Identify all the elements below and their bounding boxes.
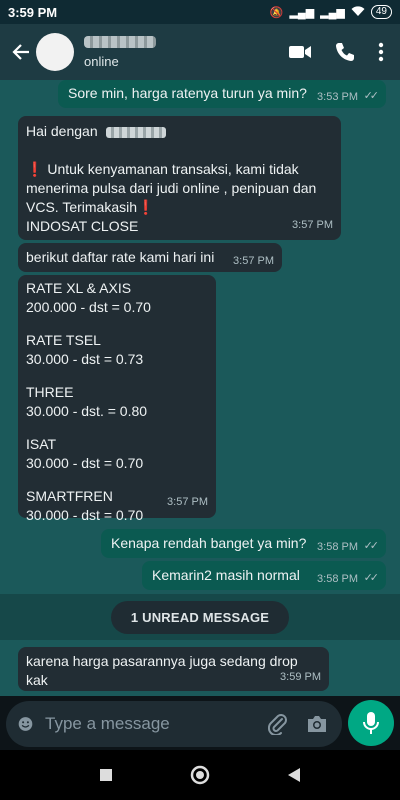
chat-header: online bbox=[0, 24, 400, 80]
notice-line-1: ❗ Untuk kenyamanan transaksi, kami tidak bbox=[26, 161, 299, 177]
message-outgoing[interactable]: Kenapa rendah banget ya min? 3:58 PM ✓✓ bbox=[101, 529, 386, 558]
message-composer bbox=[6, 701, 342, 747]
video-call-icon[interactable] bbox=[288, 43, 312, 61]
avatar[interactable] bbox=[36, 33, 74, 71]
message-time: 3:58 PM bbox=[317, 573, 358, 585]
message-time: 3:58 PM bbox=[317, 541, 358, 553]
unread-divider: 1 UNREAD MESSAGE bbox=[0, 594, 400, 640]
message-text: karena harga pasarannya juga sedang drop… bbox=[26, 653, 298, 688]
rate-line: 30.000 - dst = 0.73 bbox=[26, 351, 144, 367]
greeting-text: Hai dengan bbox=[26, 123, 98, 139]
more-vert-icon[interactable] bbox=[378, 42, 384, 62]
message-outgoing[interactable]: Sore min, harga ratenya turun ya min? 3:… bbox=[58, 80, 386, 108]
unread-badge: 1 UNREAD MESSAGE bbox=[110, 600, 290, 634]
status-bar: 3:59 PM 🔕 ▂▄▆ ▂▄▆ 49 bbox=[0, 0, 400, 24]
recents-icon[interactable] bbox=[99, 768, 113, 782]
rate-line: RATE TSEL bbox=[26, 332, 101, 348]
message-text: Sore min, harga ratenya turun ya min? bbox=[68, 85, 307, 101]
signal-icon: ▂▄▆ bbox=[320, 6, 345, 19]
home-icon[interactable] bbox=[190, 765, 210, 785]
message-input[interactable] bbox=[43, 713, 268, 735]
battery-badge: 49 bbox=[370, 5, 392, 19]
notice-line-2: menerima pulsa dari judi online , penipu… bbox=[26, 180, 317, 196]
exclamation-icon: ❗ bbox=[137, 199, 155, 215]
rate-line: 30.000 - dst = 0.70 bbox=[26, 455, 144, 471]
rate-line: 30.000 - dst. = 0.80 bbox=[26, 403, 148, 419]
message-time: 3:59 PM bbox=[280, 671, 321, 683]
message-incoming[interactable]: berikut daftar rate kami hari ini 3:57 P… bbox=[18, 243, 282, 272]
greeting-line: Hai dengan bbox=[26, 122, 333, 141]
camera-icon[interactable] bbox=[306, 714, 328, 734]
message-time: 3:57 PM bbox=[233, 255, 274, 267]
message-time: 3:57 PM bbox=[167, 496, 208, 508]
contact-name-redacted bbox=[84, 35, 156, 48]
system-nav-bar bbox=[0, 750, 400, 800]
double-check-icon: ✓✓ bbox=[363, 540, 380, 552]
signal-icon: ▂▄▆ bbox=[289, 6, 315, 19]
rate-line: THREE bbox=[26, 384, 74, 400]
notice-line-4: INDOSAT CLOSE bbox=[26, 218, 139, 234]
exclamation-icon: ❗ bbox=[26, 161, 44, 177]
emoji-icon[interactable] bbox=[18, 713, 33, 735]
rate-line: ISAT bbox=[26, 436, 57, 452]
header-actions bbox=[288, 41, 384, 63]
notice-line-3: VCS. Terimakasih❗ bbox=[26, 199, 155, 215]
message-text: Kenapa rendah banget ya min? bbox=[111, 535, 307, 551]
message-incoming[interactable]: Hai dengan ❗ Untuk kenyamanan transaksi,… bbox=[18, 116, 341, 240]
mic-icon bbox=[363, 712, 379, 734]
status-icons: 🔕 ▂▄▆ ▂▄▆ 49 bbox=[270, 5, 392, 20]
message-incoming[interactable]: karena harga pasarannya juga sedang drop… bbox=[18, 647, 329, 691]
contact-info[interactable]: online bbox=[84, 35, 156, 69]
paperclip-icon[interactable] bbox=[268, 713, 288, 735]
mic-button[interactable] bbox=[348, 700, 394, 746]
rate-line: 200.000 - dst = 0.70 bbox=[26, 299, 151, 315]
status-time: 3:59 PM bbox=[8, 4, 58, 20]
message-incoming-rate-list[interactable]: RATE XL & AXIS 200.000 - dst = 0.70 RATE… bbox=[18, 275, 216, 523]
contact-status: online bbox=[84, 53, 119, 69]
double-check-icon: ✓✓ bbox=[363, 90, 380, 102]
message-text: Kemarin2 masih normal bbox=[152, 567, 300, 583]
double-check-icon: ✓✓ bbox=[363, 572, 380, 584]
chat-area[interactable]: Sore min, harga ratenya turun ya min? 3:… bbox=[0, 80, 400, 696]
message-text: berikut daftar rate kami hari ini bbox=[26, 249, 215, 265]
mute-icon: 🔕 bbox=[269, 6, 284, 19]
arrow-left-icon bbox=[12, 44, 29, 60]
back-triangle-icon[interactable] bbox=[287, 767, 301, 783]
message-time: 3:57 PM bbox=[292, 219, 333, 231]
back-button[interactable] bbox=[4, 42, 38, 62]
redacted-name bbox=[105, 126, 166, 138]
wifi-icon bbox=[351, 5, 365, 20]
phone-icon[interactable] bbox=[334, 41, 356, 63]
message-outgoing[interactable]: Kemarin2 masih normal 3:58 PM ✓✓ bbox=[142, 561, 386, 590]
rate-line: RATE XL & AXIS bbox=[26, 280, 132, 296]
message-time: 3:53 PM bbox=[317, 91, 358, 103]
composer-actions bbox=[268, 713, 328, 735]
